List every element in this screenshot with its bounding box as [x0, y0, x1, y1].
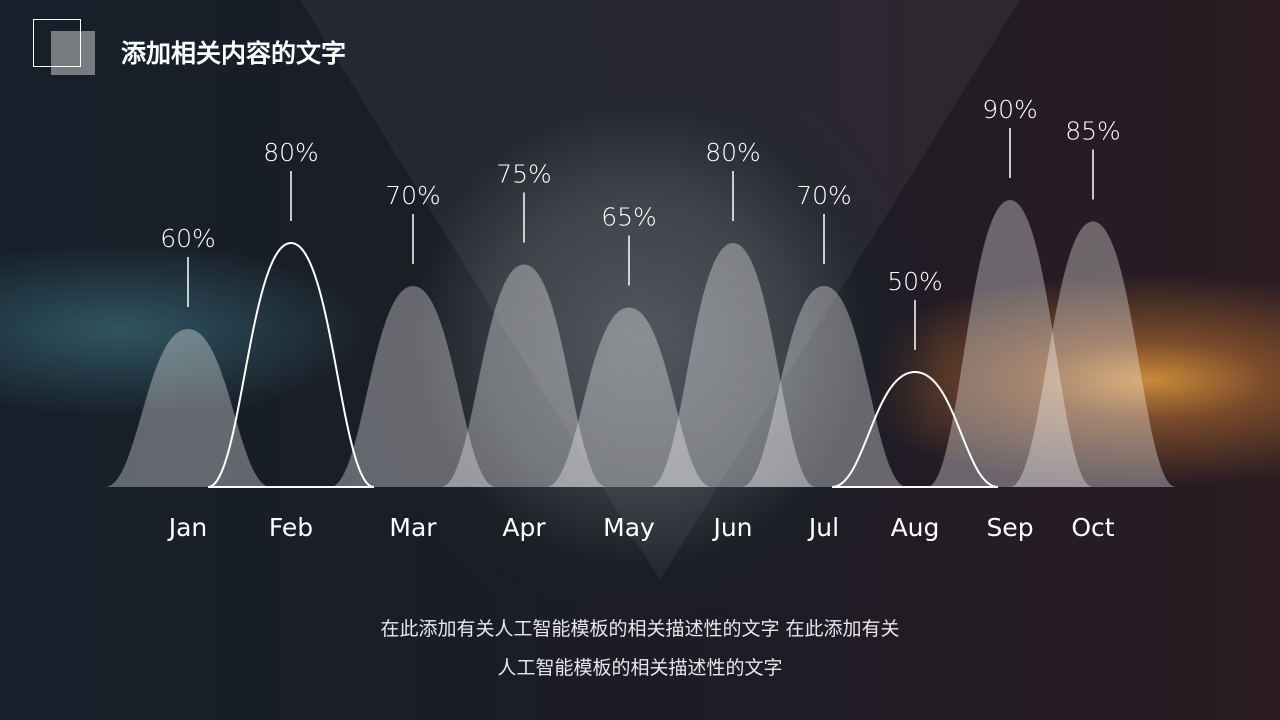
month-label: Oct: [1071, 513, 1114, 542]
month-label: Apr: [502, 513, 546, 542]
description-line-1: 在此添加有关人工智能模板的相关描述性的文字 在此添加有关: [380, 618, 900, 640]
month-label: May: [603, 513, 655, 542]
month-label: Aug: [891, 513, 940, 542]
bell-chart: 60% Jan 80% Feb 70% Mar 75% Apr 65% May 80% Jun 70% J…: [105, 95, 1176, 542]
month-label: Feb: [269, 513, 313, 542]
month-label: Jan: [167, 513, 208, 542]
month-label: Mar: [389, 513, 437, 542]
value-label: 70%: [796, 181, 852, 210]
value-label: 85%: [1065, 117, 1121, 146]
value-label: 90%: [982, 95, 1038, 124]
value-label: 80%: [263, 138, 319, 167]
value-label: 75%: [496, 160, 552, 189]
value-label: 70%: [385, 181, 441, 210]
month-label: Jul: [807, 513, 839, 542]
bell-jan: [105, 329, 271, 487]
month-label: Sep: [986, 513, 1033, 542]
description-line-2: 人工智能模板的相关描述性的文字: [497, 657, 783, 679]
value-label: 60%: [160, 224, 216, 253]
value-label: 80%: [705, 138, 761, 167]
value-label: 50%: [887, 267, 943, 296]
month-label: Jun: [711, 513, 752, 542]
value-label: 65%: [601, 203, 657, 232]
